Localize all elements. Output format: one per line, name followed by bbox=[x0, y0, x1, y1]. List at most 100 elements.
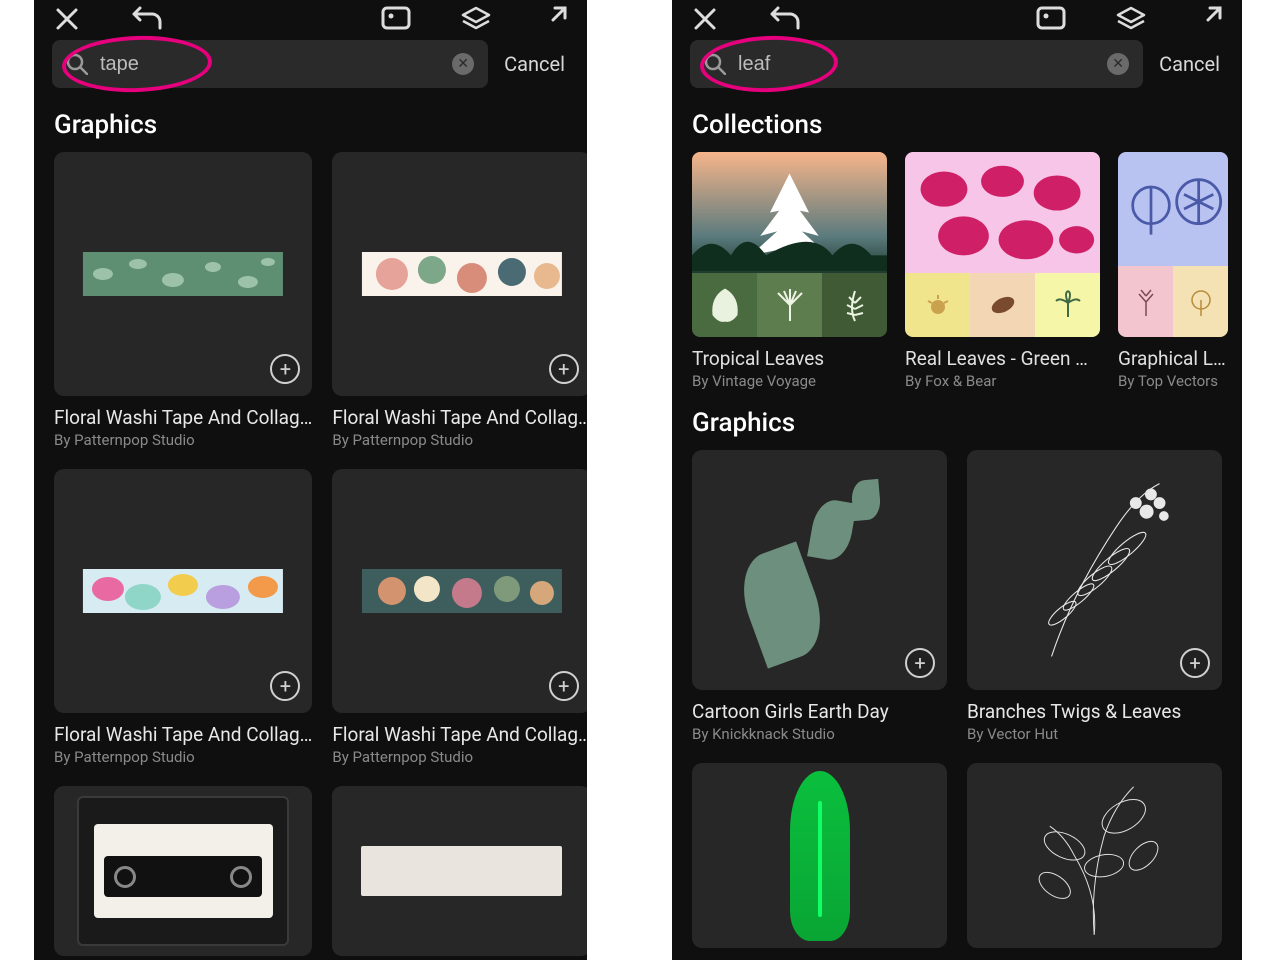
search-box[interactable]: ✕ bbox=[690, 40, 1143, 88]
search-input[interactable] bbox=[100, 53, 440, 76]
add-button[interactable]: + bbox=[1180, 648, 1210, 678]
search-row: ✕ Cancel bbox=[672, 40, 1242, 88]
graphic-thumb bbox=[54, 786, 312, 956]
cancel-button[interactable]: Cancel bbox=[500, 52, 569, 76]
washi-tape-art bbox=[77, 252, 289, 296]
top-toolbar bbox=[672, 4, 1242, 34]
pink-leaves-art bbox=[905, 152, 1100, 273]
collection-card[interactable]: Tropical Leaves By Vintage Voyage bbox=[692, 152, 887, 390]
cassette-art bbox=[77, 796, 289, 946]
fern-icon bbox=[835, 285, 875, 325]
media-icon[interactable] bbox=[381, 6, 411, 32]
seed-leaf-icon bbox=[920, 287, 956, 323]
botanical-sketch-art bbox=[982, 767, 1206, 945]
green-leaf-art bbox=[790, 771, 850, 941]
graphic-title: Floral Washi Tape And Collag… bbox=[54, 723, 312, 746]
graphic-thumb: + bbox=[692, 450, 947, 690]
graphic-title: Floral Washi Tape And Collag… bbox=[54, 406, 312, 429]
collection-card[interactable]: Real Leaves - Green Cu… By Fox & Bear bbox=[905, 152, 1100, 390]
add-button[interactable]: + bbox=[270, 671, 300, 701]
collection-title: Graphical Lea bbox=[1118, 347, 1228, 370]
graphic-thumb bbox=[967, 763, 1222, 948]
undo-icon[interactable] bbox=[130, 6, 164, 32]
washi-tape-art bbox=[356, 252, 568, 296]
tropical-art bbox=[692, 152, 887, 273]
expand-icon[interactable] bbox=[1196, 6, 1222, 32]
washi-tape-art bbox=[356, 569, 568, 613]
tree-line-icon bbox=[1131, 284, 1161, 320]
graphic-card[interactable]: + Cartoon Girls Earth Day By Knickknack … bbox=[692, 450, 947, 743]
collection-thumb bbox=[1118, 152, 1228, 337]
search-box[interactable]: ✕ bbox=[52, 40, 488, 88]
brown-leaf-icon bbox=[985, 287, 1021, 323]
graphic-author: By Vector Hut bbox=[967, 725, 1222, 743]
close-icon[interactable] bbox=[692, 6, 718, 32]
washi-tape-art bbox=[77, 569, 289, 613]
graphic-card[interactable] bbox=[332, 786, 587, 956]
graphics-grid: + Cartoon Girls Earth Day By Knickknack … bbox=[672, 450, 1242, 948]
graphic-card[interactable]: + Branches Twigs & Leaves By Vector Hut bbox=[967, 450, 1222, 743]
graphic-author: By Patternpop Studio bbox=[54, 431, 312, 449]
clear-search-button[interactable]: ✕ bbox=[1107, 53, 1129, 75]
fan-leaf-icon bbox=[770, 285, 810, 325]
add-button[interactable]: + bbox=[549, 354, 579, 384]
graphics-heading: Graphics bbox=[34, 88, 587, 152]
graphic-card[interactable] bbox=[54, 786, 312, 956]
collection-thumb bbox=[692, 152, 887, 337]
graphic-thumb bbox=[332, 786, 587, 956]
search-input[interactable] bbox=[738, 53, 1095, 76]
graphic-thumb bbox=[692, 763, 947, 948]
monstera-icon bbox=[705, 285, 745, 325]
graphic-thumb: + bbox=[332, 152, 587, 396]
line-leaves-art bbox=[1118, 152, 1228, 266]
media-icon[interactable] bbox=[1036, 6, 1066, 32]
graphics-grid: + Floral Washi Tape And Collag… By Patte… bbox=[34, 152, 587, 956]
collections-row[interactable]: Tropical Leaves By Vintage Voyage bbox=[672, 152, 1242, 390]
expand-icon[interactable] bbox=[541, 6, 567, 32]
clear-search-button[interactable]: ✕ bbox=[452, 53, 474, 75]
graphic-title: Floral Washi Tape And Collag… bbox=[332, 406, 587, 429]
graphic-card[interactable]: + Floral Washi Tape And Collag… By Patte… bbox=[332, 469, 587, 766]
add-button[interactable]: + bbox=[270, 354, 300, 384]
graphic-thumb: + bbox=[54, 469, 312, 713]
graphic-author: By Patternpop Studio bbox=[332, 431, 587, 449]
phone-tape: ✕ Cancel Graphics + Floral Washi Tape An… bbox=[34, 0, 587, 960]
graphic-thumb: + bbox=[332, 469, 587, 713]
collection-title: Tropical Leaves bbox=[692, 347, 887, 370]
close-icon[interactable] bbox=[54, 6, 80, 32]
graphic-title: Floral Washi Tape And Collag… bbox=[332, 723, 587, 746]
search-row: ✕ Cancel bbox=[34, 40, 587, 88]
collection-author: By Vintage Voyage bbox=[692, 372, 887, 390]
graphic-thumb: + bbox=[54, 152, 312, 396]
graphic-card[interactable] bbox=[967, 763, 1222, 948]
plain-tape-art bbox=[361, 846, 563, 896]
graphics-heading: Graphics bbox=[672, 390, 1242, 450]
graphic-card[interactable]: + Floral Washi Tape And Collag… By Patte… bbox=[332, 152, 587, 449]
graphic-author: By Knickknack Studio bbox=[692, 725, 947, 743]
search-icon bbox=[66, 53, 88, 75]
layers-icon[interactable] bbox=[461, 6, 491, 32]
add-button[interactable]: + bbox=[549, 671, 579, 701]
top-toolbar bbox=[34, 4, 587, 34]
collection-thumb bbox=[905, 152, 1100, 337]
graphic-author: By Patternpop Studio bbox=[54, 748, 312, 766]
graphic-title: Branches Twigs & Leaves bbox=[967, 700, 1222, 723]
add-button[interactable]: + bbox=[905, 648, 935, 678]
collection-author: By Fox & Bear bbox=[905, 372, 1100, 390]
collection-author: By Top Vectors bbox=[1118, 372, 1228, 390]
cancel-button[interactable]: Cancel bbox=[1155, 52, 1224, 76]
graphic-thumb: + bbox=[967, 450, 1222, 690]
undo-icon[interactable] bbox=[768, 6, 802, 32]
palm-icon bbox=[1050, 287, 1086, 323]
botanical-engraving-art bbox=[980, 462, 1210, 678]
graphic-card[interactable]: + Floral Washi Tape And Collag… By Patte… bbox=[54, 469, 312, 766]
graphic-card[interactable] bbox=[692, 763, 947, 948]
graphic-title: Cartoon Girls Earth Day bbox=[692, 700, 947, 723]
graphic-card[interactable]: + Floral Washi Tape And Collag… By Patte… bbox=[54, 152, 312, 449]
collections-heading: Collections bbox=[672, 88, 1242, 152]
search-icon bbox=[704, 53, 726, 75]
phone-leaf: ✕ Cancel Collections bbox=[672, 0, 1242, 960]
layers-icon[interactable] bbox=[1116, 6, 1146, 32]
collection-card[interactable]: Graphical Lea By Top Vectors bbox=[1118, 152, 1228, 390]
collection-title: Real Leaves - Green Cu… bbox=[905, 347, 1100, 370]
